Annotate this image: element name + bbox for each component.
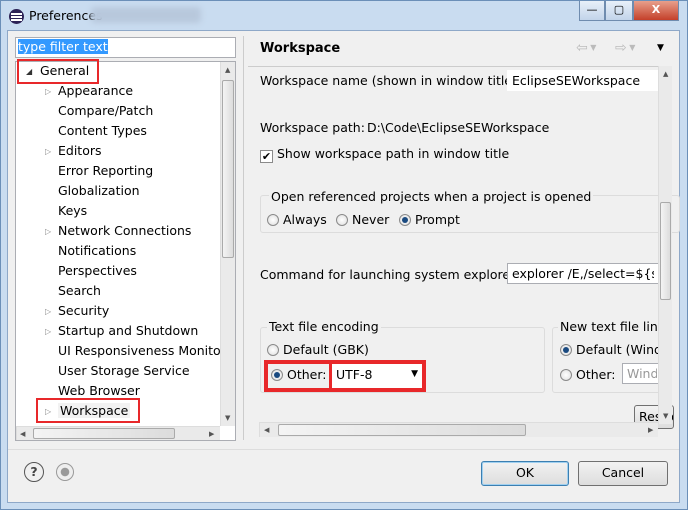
tree-item-editors[interactable]: Editors [58,143,102,158]
filter-text: type filter text [18,39,108,54]
encoding-select[interactable]: UTF-8 ▼ [332,364,422,388]
tree-vertical-scrollbar[interactable]: ▲ ▼ [220,62,235,426]
line-default-radio[interactable]: Default (Windows) [560,342,658,357]
back-arrow-icon: ⇦ [576,40,588,56]
radio-label: Prompt [415,212,460,227]
encoding-other-radio[interactable]: Other: [268,364,330,388]
footer-divider [8,449,679,450]
encoding-value: UTF-8 [336,367,373,382]
tree-item-keys[interactable]: Keys [58,203,87,218]
scroll-right-icon[interactable]: ▶ [209,430,214,438]
tree-item-content-types[interactable]: Content Types [58,123,147,138]
scroll-right-icon[interactable]: ▶ [648,426,653,434]
tree-item-compare-patch[interactable]: Compare/Patch [58,103,153,118]
cancel-button[interactable]: Cancel [578,461,668,486]
page-vscroll-thumb[interactable] [660,202,671,300]
collapsed-arrow-icon[interactable]: ▷ [45,227,51,236]
tree-item-ui-responsiveness-monitor[interactable]: UI Responsiveness Monitor [58,343,226,358]
collapsed-arrow-icon[interactable]: ▷ [45,327,51,336]
title-bar[interactable]: Preferences — ▢ X [1,1,687,31]
workspace-name-input[interactable] [507,70,659,91]
tree-item-globalization[interactable]: Globalization [58,183,140,198]
line-delimiter-title: New text file line delimiter [558,319,658,334]
explorer-command-label: Command for launching system explorer: [260,267,520,282]
eclipse-icon [9,9,24,24]
radio-label: Default (GBK) [283,342,369,357]
workspace-name-label: Workspace name (shown in window title): [260,73,522,88]
filter-input[interactable]: type filter text [15,37,236,58]
checkbox-checked-icon: ✔ [260,150,273,163]
scroll-up-icon[interactable]: ▲ [663,70,668,78]
close-button[interactable]: X [633,1,679,21]
radio-label: Never [352,212,390,227]
back-button[interactable]: ⇦ ▼ [576,40,596,56]
tree-item-appearance[interactable]: Appearance [58,83,133,98]
line-other-select[interactable] [622,363,662,384]
radio-never[interactable]: Never [336,212,389,227]
tree-item-startup-and-shutdown[interactable]: Startup and Shutdown [58,323,198,338]
explorer-command-input[interactable] [507,263,659,284]
encoding-default-radio[interactable]: Default (GBK) [267,342,369,357]
page-horizontal-scrollbar[interactable]: ◀ ▶ [259,422,658,437]
page-title: Workspace [260,41,341,56]
general-highlight-box [17,59,99,84]
collapsed-arrow-icon[interactable]: ▷ [45,87,51,96]
forward-button[interactable]: ⇨ ▼ [615,40,635,56]
tree-item-network-connections[interactable]: Network Connections [58,223,191,238]
collapsed-arrow-icon[interactable]: ▷ [45,147,51,156]
pane-sash[interactable] [243,36,244,440]
radio-label: Always [283,212,327,227]
minimize-button[interactable]: — [579,1,605,21]
maximize-button[interactable]: ▢ [605,1,633,21]
show-path-label: Show workspace path in window title [277,146,510,161]
radio-always[interactable]: Always [267,212,327,227]
tree-item-perspectives[interactable]: Perspectives [58,263,137,278]
view-menu-icon[interactable]: ▼ [657,43,664,53]
collapsed-arrow-icon[interactable]: ▷ [45,307,51,316]
radio-prompt[interactable]: Prompt [399,212,460,227]
open-referenced-label: Open referenced projects when a project … [269,189,594,204]
page-hscroll-thumb[interactable] [278,424,526,436]
scroll-left-icon[interactable]: ◀ [264,426,269,434]
scroll-left-icon[interactable]: ◀ [20,430,25,438]
workspace-path-label: Workspace path: [260,120,365,135]
tree-vscroll-thumb[interactable] [222,80,234,258]
tree-item-security[interactable]: Security [58,303,109,318]
tree-item-web-browser[interactable]: Web Browser [58,383,140,398]
workspace-path-value: D:\Code\EclipseSEWorkspace [367,120,550,135]
scroll-up-icon[interactable]: ▲ [225,66,230,74]
scroll-down-icon[interactable]: ▼ [225,414,230,422]
page-vertical-scrollbar[interactable]: ▲ ▼ [658,66,672,424]
ok-button[interactable]: OK [481,461,569,486]
tree-item-error-reporting[interactable]: Error Reporting [58,163,153,178]
help-icon[interactable]: ? [24,462,44,482]
tree-item-notifications[interactable]: Notifications [58,243,136,258]
workspace-page: Workspace name (shown in window title): … [248,66,680,440]
blurred-title-area [91,7,201,23]
encoding-title: Text file encoding [267,319,381,334]
tree-item-search[interactable]: Search [58,283,101,298]
tree-horizontal-scrollbar[interactable]: ◀ ▶ [16,426,220,440]
tree-item-user-storage-service[interactable]: User Storage Service [58,363,190,378]
forward-arrow-icon: ⇨ [615,40,627,56]
tree-hscroll-thumb[interactable] [33,428,175,439]
dropdown-arrow-icon: ▼ [411,369,418,379]
radio-label: Other: [287,367,327,382]
scroll-down-icon[interactable]: ▼ [663,412,668,420]
workspace-highlight-box [36,398,140,423]
show-path-checkbox[interactable]: ✔ Show workspace path in window title [260,146,509,163]
radio-label: Default (Windows) [576,342,658,357]
import-export-icon[interactable] [56,463,74,481]
line-other-radio[interactable]: Other: [560,367,615,382]
radio-label: Other: [576,367,616,382]
